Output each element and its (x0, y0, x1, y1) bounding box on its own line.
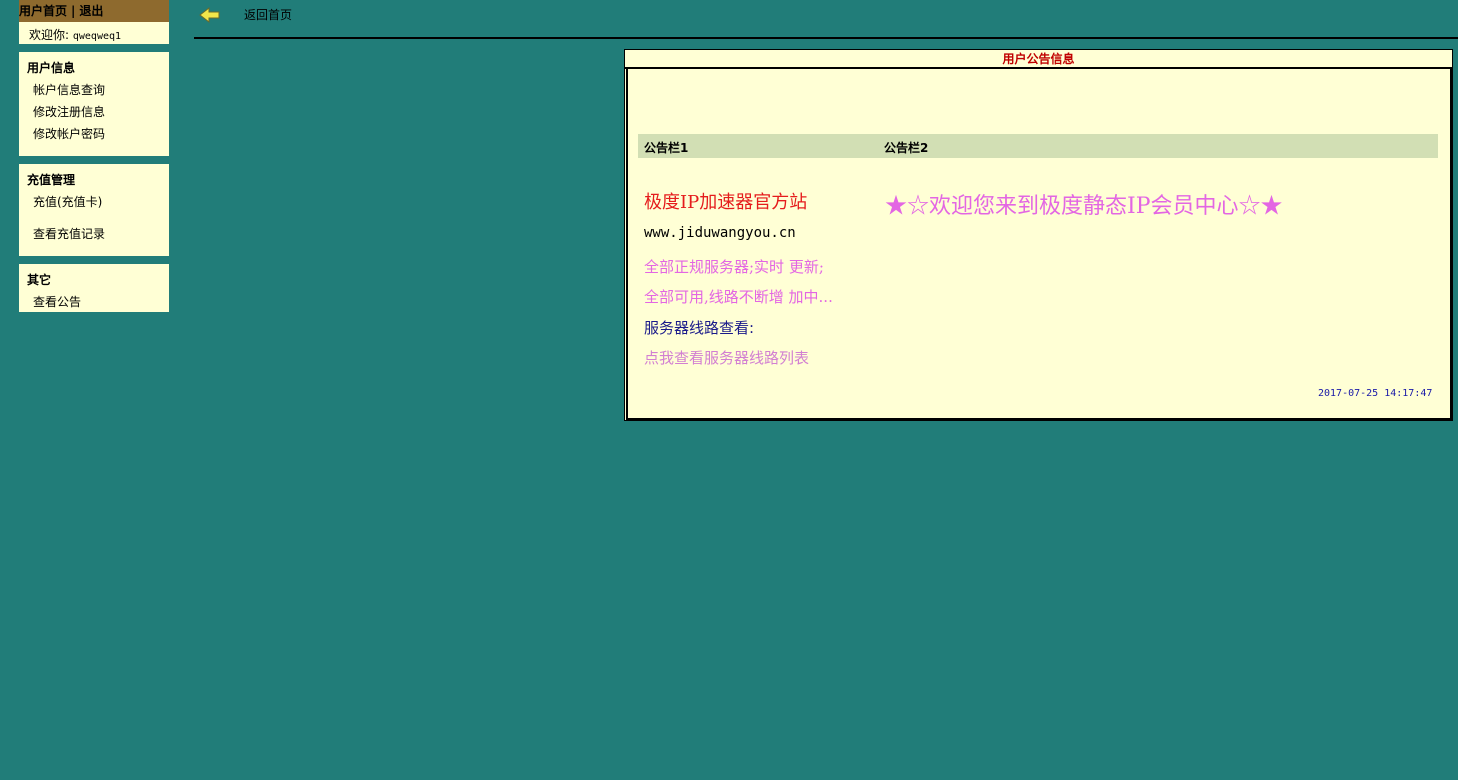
notice-date: 2017-07-25 14:17:47 (1318, 388, 1433, 399)
welcome-banner: ★☆欢迎您来到极度静态IP会员中心☆★ (885, 194, 1283, 219)
user-home-link[interactable]: 用户首页 (19, 4, 67, 18)
section-title: 其它 (27, 273, 52, 287)
sidebar-item-recharge-history[interactable]: 查看充值记录 (33, 225, 105, 242)
notice-line-1: 全部正规服务器;实时 更新; (644, 258, 824, 276)
servers-label: 服务器线路查看: (644, 319, 755, 337)
sidebar-item-account-query[interactable]: 帐户信息查询 (33, 81, 105, 98)
username: qweqweq1 (72, 31, 122, 42)
welcome-box: 欢迎你: qweqweq1 (19, 22, 169, 44)
notice-line-2: 全部可用,线路不断增 加中... (644, 288, 833, 306)
back-home-link[interactable]: 返回首页 (244, 6, 292, 23)
column-1-header: 公告栏1 (644, 141, 689, 155)
sidebar-item-recharge-card[interactable]: 充值(充值卡) (33, 193, 102, 210)
logout-link[interactable]: 退出 (79, 4, 103, 18)
column-2-header: 公告栏2 (884, 141, 929, 155)
separator: | (71, 4, 76, 18)
panel-title: 用户公告信息 (625, 50, 1452, 69)
sidebar-section-recharge: 充值管理 充值(充值卡) 查看充值记录 (19, 164, 169, 256)
arrow-left-icon[interactable] (199, 6, 221, 24)
divider (194, 37, 1458, 39)
sidebar-item-edit-registration[interactable]: 修改注册信息 (33, 103, 105, 120)
site-url: www.jiduwangyou.cn (644, 225, 796, 241)
section-title: 用户信息 (27, 61, 76, 75)
sidebar-item-view-notices[interactable]: 查看公告 (33, 293, 81, 310)
site-name: 极度IP加速器官方站 (644, 192, 808, 213)
section-title: 充值管理 (27, 173, 76, 187)
sidebar-section-user-info: 用户信息 帐户信息查询 修改注册信息 修改帐户密码 (19, 52, 169, 156)
server-list-link[interactable]: 点我查看服务器线路列表 (644, 347, 809, 368)
sidebar-header: 用户首页 | 退出 (19, 0, 169, 22)
sidebar-section-other: 其它 查看公告 (19, 264, 169, 312)
sidebar-item-change-password[interactable]: 修改帐户密码 (33, 125, 105, 142)
welcome-label: 欢迎你: (29, 28, 70, 42)
notice-column-header: 公告栏1 公告栏2 (638, 134, 1438, 158)
